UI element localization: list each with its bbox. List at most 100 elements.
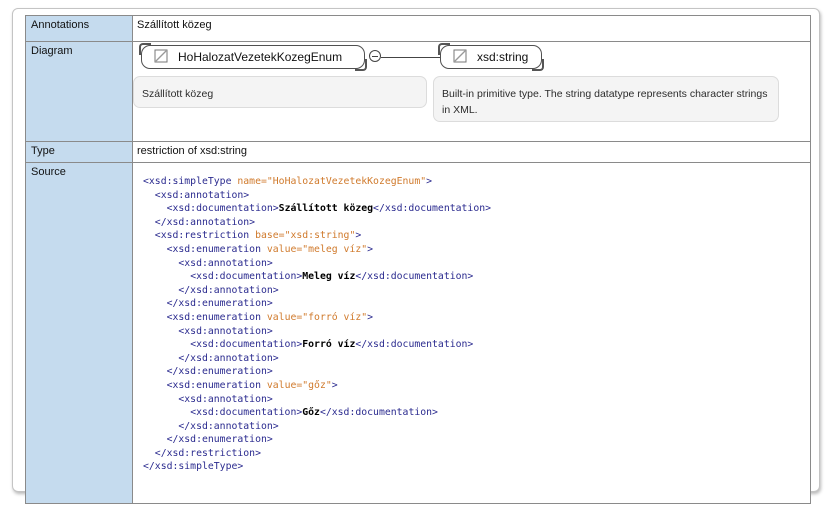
type-documentation: Szállított közeg (133, 76, 427, 108)
source-token-txt: Meleg víz (302, 271, 356, 283)
source-token-attr: "xsd:string" (284, 230, 356, 242)
source-line: </xsd:annotation> (143, 284, 806, 298)
node-corner-bottom (532, 59, 544, 71)
properties-table: Annotations Szállított közeg Diagram HoH… (25, 15, 811, 504)
source-token-tag: <xsd:annotation> (178, 257, 273, 269)
source-indent (143, 407, 190, 418)
source-indent (143, 421, 178, 432)
source-line: <xsd:enumeration value="meleg víz"> (143, 243, 806, 257)
source-line: <xsd:documentation>Meleg víz</xsd:docume… (143, 270, 806, 284)
source-line: <xsd:restriction base="xsd:string"> (143, 229, 806, 243)
source-label: Source (25, 162, 133, 504)
diagram-row: Diagram HoHalozatVezetekKozegEnum xsd:st… (25, 41, 811, 142)
base-type-documentation: Built-in primitive type. The string data… (433, 76, 779, 122)
source-token-tag: <xsd:restriction (154, 230, 256, 242)
source-indent (143, 230, 155, 241)
source-line: </xsd:enumeration> (143, 365, 806, 379)
source-indent (143, 380, 167, 391)
source-line: </xsd:enumeration> (143, 297, 806, 311)
source-indent (143, 312, 167, 323)
source-line: <xsd:annotation> (143, 393, 806, 407)
source-token-attr: value= (266, 379, 303, 391)
source-token-tag: </xsd:documentation> (373, 203, 492, 215)
source-token-tag: > (367, 311, 374, 323)
annotations-row: Annotations Szállított közeg (25, 15, 811, 42)
source-token-attr: "forró víz" (302, 311, 368, 323)
source-indent (143, 244, 167, 255)
node-corner-top (139, 43, 151, 55)
source-line: </xsd:annotation> (143, 420, 806, 434)
source-indent (143, 298, 167, 309)
source-token-tag: </xsd:annotation> (178, 352, 279, 364)
type-value: restriction of xsd:string (132, 141, 811, 163)
source-token-txt: Gőz (302, 407, 320, 419)
source-token-tag: > (426, 176, 433, 187)
source-cell: <xsd:simpleType name="HoHalozatVezetekKo… (132, 162, 811, 504)
source-token-attr: "meleg víz" (302, 243, 368, 255)
node-corner-bottom (355, 59, 367, 71)
source-token-tag: <xsd:simpleType (143, 176, 238, 187)
source-token-tag: <xsd:enumeration (166, 311, 267, 323)
simple-type-node[interactable]: HoHalozatVezetekKozegEnum (139, 43, 367, 71)
source-token-attr: "gőz" (302, 379, 332, 391)
source-indent (143, 271, 190, 282)
source-token-txt: Forró víz (302, 339, 356, 351)
source-line: <xsd:simpleType name="HoHalozatVezetekKo… (143, 175, 806, 189)
source-line: </xsd:restriction> (143, 447, 806, 461)
source-indent (143, 203, 167, 214)
simple-type-name: HoHalozatVezetekKozegEnum (178, 50, 343, 64)
source-line: <xsd:annotation> (143, 189, 806, 203)
source-line: </xsd:annotation> (143, 352, 806, 366)
source-token-attr: name= (237, 176, 267, 187)
node-corner-top (438, 43, 450, 55)
source-token-tag: <xsd:enumeration (166, 379, 267, 391)
source-token-tag: </xsd:enumeration> (166, 434, 273, 446)
source-line: <xsd:enumeration value="gőz"> (143, 379, 806, 393)
source-code: <xsd:simpleType name="HoHalozatVezetekKo… (143, 175, 806, 474)
component-panel: Annotations Szállított közeg Diagram HoH… (12, 8, 820, 504)
source-token-tag: </xsd:simpleType> (143, 461, 244, 473)
source-token-attr: base= (255, 230, 285, 242)
source-token-tag: </xsd:annotation> (178, 284, 279, 296)
source-token-tag: </xsd:documentation> (355, 339, 474, 351)
diagram-cell: HoHalozatVezetekKozegEnum xsd:string Szá… (132, 41, 811, 142)
restriction-connector-icon (369, 50, 381, 62)
source-indent (143, 394, 178, 405)
base-type-node[interactable]: xsd:string (438, 43, 544, 71)
source-line: <xsd:documentation>Szállított közeg</xsd… (143, 202, 806, 216)
source-token-txt: Szállított közeg (278, 203, 374, 215)
source-indent (143, 326, 178, 337)
annotations-label: Annotations (25, 15, 133, 42)
source-token-tag: <xsd:annotation> (178, 393, 273, 405)
source-token-tag: </xsd:restriction> (154, 447, 261, 459)
source-line: <xsd:annotation> (143, 325, 806, 339)
source-line: </xsd:enumeration> (143, 433, 806, 447)
source-line: </xsd:simpleType> (143, 460, 806, 474)
type-label: Type (25, 141, 133, 163)
source-indent (143, 285, 178, 296)
source-line: <xsd:annotation> (143, 257, 806, 271)
source-token-attr: value= (266, 311, 303, 323)
source-token-tag: <xsd:documentation> (190, 339, 303, 351)
source-token-tag: > (367, 243, 374, 255)
diagram-label: Diagram (25, 41, 133, 142)
source-token-tag: > (355, 230, 362, 242)
source-token-tag: <xsd:annotation> (178, 325, 273, 337)
simple-type-icon (154, 49, 168, 66)
source-line: <xsd:documentation>Gőz</xsd:documentatio… (143, 406, 806, 420)
source-token-tag: <xsd:documentation> (166, 203, 279, 215)
source-token-tag: <xsd:documentation> (190, 271, 303, 283)
source-indent (143, 217, 155, 228)
simple-type-icon (453, 49, 467, 66)
source-token-tag: </xsd:annotation> (178, 420, 279, 432)
source-indent (143, 434, 167, 445)
source-line: <xsd:documentation>Forró víz</xsd:docume… (143, 338, 806, 352)
source-line: </xsd:annotation> (143, 216, 806, 230)
type-row: Type restriction of xsd:string (25, 141, 811, 163)
source-token-tag: </xsd:documentation> (355, 271, 474, 283)
source-token-tag: </xsd:documentation> (319, 407, 438, 419)
source-indent (143, 258, 178, 269)
source-token-tag: > (331, 379, 338, 391)
source-token-tag: <xsd:documentation> (190, 407, 303, 419)
source-token-attr: "HoHalozatVezetekKozegEnum" (266, 176, 427, 187)
